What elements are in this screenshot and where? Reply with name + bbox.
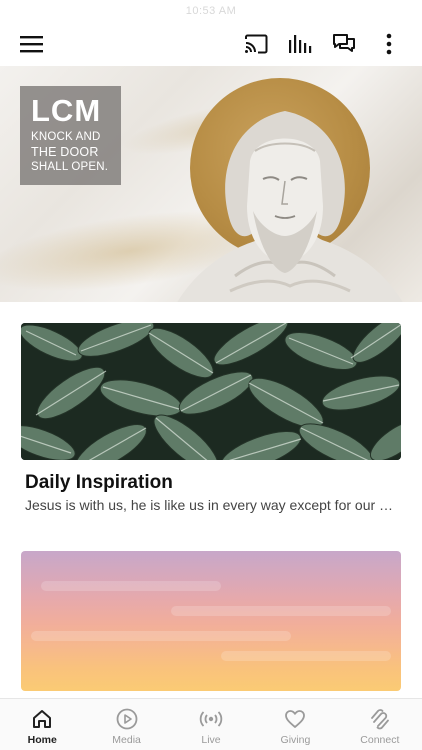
audio-bars-icon[interactable] [280,24,320,64]
nav-giving-label: Giving [280,734,311,746]
sunset-card[interactable] [21,551,401,691]
statue-image [177,111,403,302]
logo-tagline-2: THE DOOR [31,145,99,159]
status-bar: 10:53 AM [0,0,422,22]
nav-home-label: Home [27,734,57,746]
chat-icon[interactable] [324,24,364,64]
play-circle-icon [116,708,138,730]
logo-title: LCM [31,93,102,128]
nav-connect[interactable]: Connect [338,699,422,750]
more-vertical-icon[interactable] [369,24,409,64]
broadcast-icon [199,711,223,727]
hero-banner[interactable]: LCM KNOCK AND THE DOOR SHALL OPEN. [0,66,422,302]
nav-connect-label: Connect [360,734,400,746]
card-title: Daily Inspiration [25,472,173,493]
logo-tagline-3: SHALL OPEN. [31,161,109,173]
logo-tagline-1: KNOCK AND [31,131,101,143]
leaves-image [21,323,401,460]
nav-media-label: Media [112,734,141,746]
top-app-bar [0,24,422,64]
daily-inspiration-card[interactable]: Daily Inspiration Jesus is with us, he i… [21,323,401,513]
nav-live-label: Live [201,734,221,746]
home-icon [33,710,52,728]
connect-icon [370,709,389,730]
nav-home[interactable]: Home [0,699,84,750]
card-subtitle: Jesus is with us, he is like us in every… [25,497,395,513]
menu-icon[interactable] [12,24,52,64]
sunset-image [21,551,401,691]
bottom-navigation: Home Media Live Giving Connect [0,698,422,750]
lcm-logo: LCM KNOCK AND THE DOOR SHALL OPEN. [20,86,121,185]
cast-icon[interactable] [236,24,276,64]
status-time: 10:53 AM [185,5,237,17]
nav-live[interactable]: Live [169,699,253,750]
nav-giving[interactable]: Giving [253,699,337,750]
heart-icon [285,710,306,728]
nav-media[interactable]: Media [84,699,168,750]
